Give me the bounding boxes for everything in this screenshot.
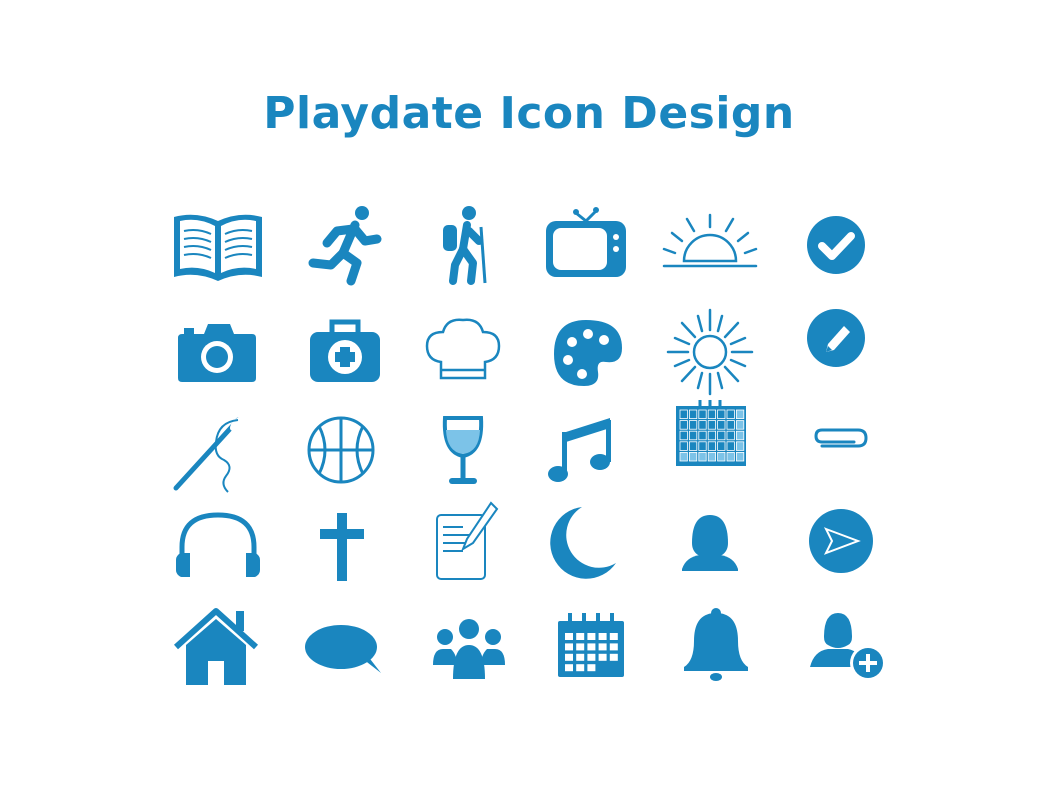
woman-avatar-icon: [660, 507, 760, 597]
speech-bubble-icon: [295, 605, 395, 695]
music-note-icon: [536, 412, 636, 502]
open-book-icon: [168, 203, 268, 293]
pencil-circle-icon: [786, 309, 886, 402]
wine-glass-icon: [413, 412, 513, 502]
add-user-icon: [786, 605, 886, 695]
sun-icon: [660, 308, 760, 402]
paint-palette-icon: [536, 312, 636, 402]
tv-icon: [536, 203, 636, 293]
page-title: Playdate Icon Design: [263, 88, 795, 139]
needle-thread-icon: [168, 412, 268, 502]
headphones-icon: [168, 507, 268, 597]
bell-icon: [660, 605, 760, 695]
notepad-pencil-icon: [413, 497, 513, 587]
sunrise-icon: [660, 203, 760, 293]
cross-icon: [295, 507, 395, 597]
paperclip-icon: [786, 398, 886, 488]
home-icon: [168, 605, 268, 695]
camera-icon: [168, 312, 268, 402]
calendar-icon: [536, 605, 636, 695]
hiker-icon: [413, 203, 513, 293]
running-person-icon: [295, 203, 395, 293]
group-icon: [413, 605, 513, 695]
basketball-icon: [295, 412, 395, 502]
chef-hat-icon: [413, 312, 513, 402]
crescent-moon-icon: [536, 507, 636, 597]
send-circle-icon: [786, 497, 886, 587]
calendar-grid-icon: [660, 398, 760, 488]
check-circle-icon: [786, 203, 886, 293]
first-aid-kit-icon: [295, 312, 395, 402]
